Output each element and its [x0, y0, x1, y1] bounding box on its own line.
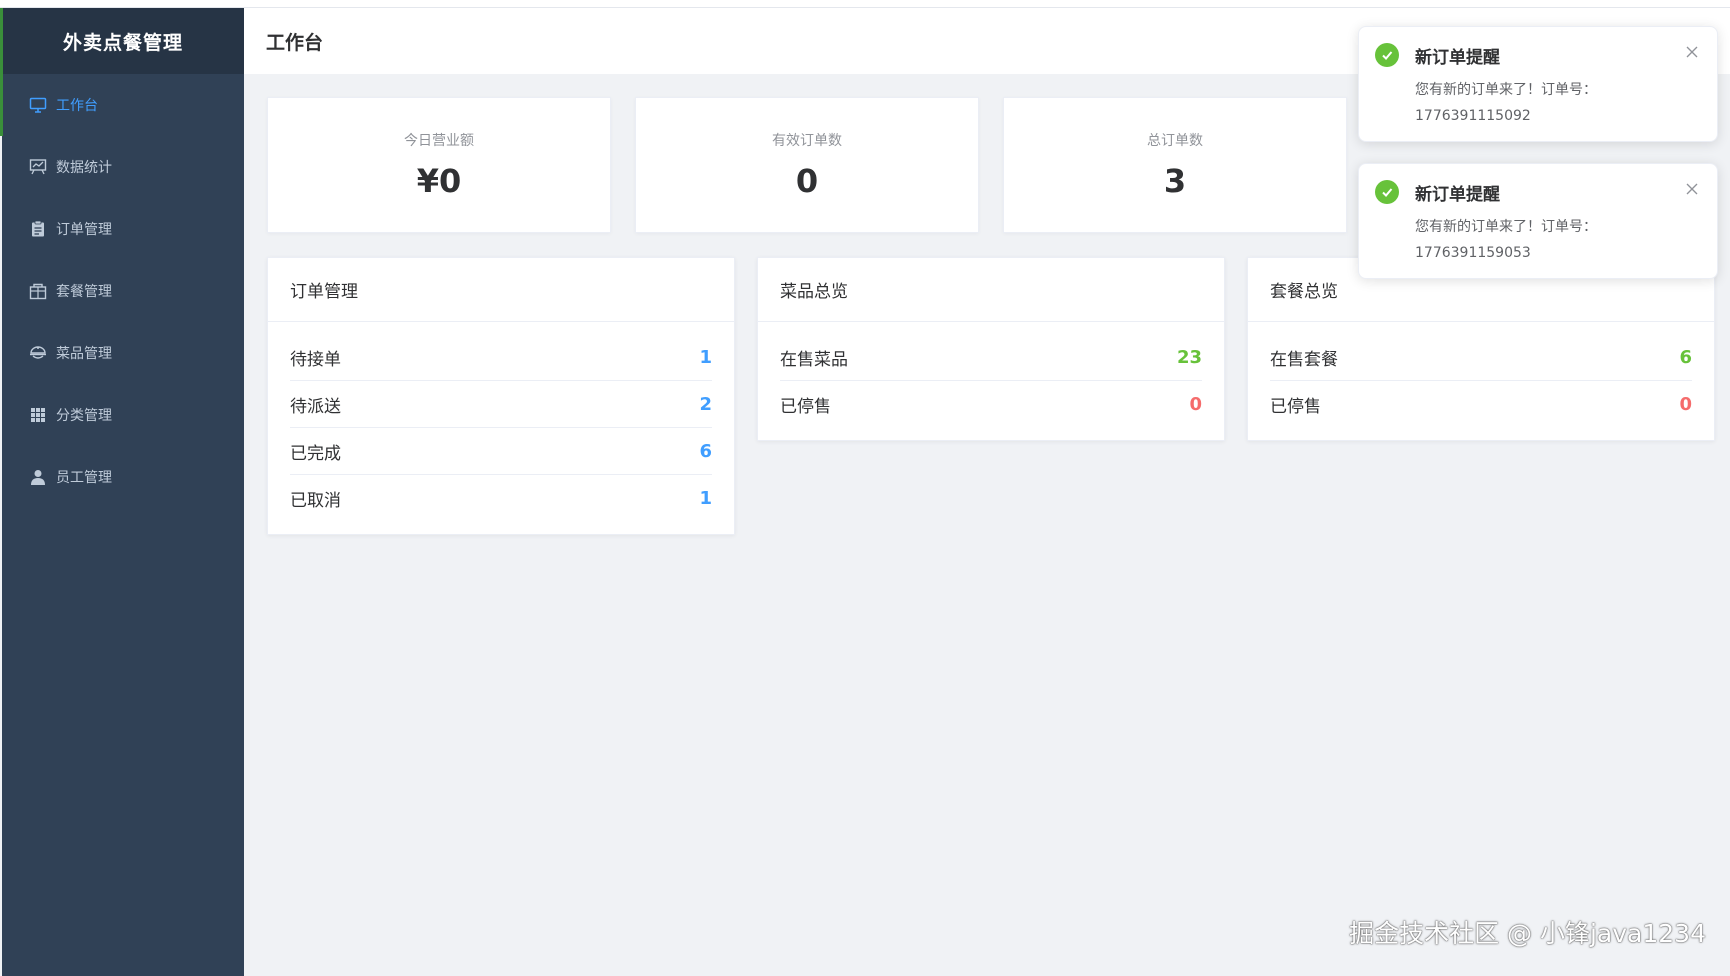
row-value: 6 — [1679, 346, 1692, 368]
orders-row-pending[interactable]: 待接单 1 — [290, 334, 712, 381]
clipboard-icon — [28, 219, 48, 239]
stat-card-valid-orders: 有效订单数 0 — [635, 97, 979, 233]
sidebar-item-workbench[interactable]: 工作台 — [2, 74, 244, 136]
notification-message: 您有新的订单来了！订单号： 1776391159053 — [1415, 214, 1665, 266]
row-label: 待派送 — [290, 396, 341, 417]
row-label: 已取消 — [290, 491, 341, 511]
stat-value: ¥0 — [416, 162, 462, 200]
orders-row-cancelled[interactable]: 已取消 1 — [290, 475, 712, 522]
row-label: 已停售 — [1270, 397, 1321, 417]
dishes-row-discontinued[interactable]: 已停售 0 — [780, 381, 1202, 428]
monitor-icon — [28, 95, 48, 115]
sidebar-item-label: 菜品管理 — [56, 346, 112, 362]
sidebar-item-category[interactable]: 分类管理 — [2, 384, 244, 446]
notification-order-number: 1776391115092 — [1415, 108, 1531, 124]
success-check-icon — [1375, 180, 1399, 204]
package-icon — [28, 281, 48, 301]
sidebar-item-orders[interactable]: 订单管理 — [2, 198, 244, 260]
sidebar-menu: 工作台 数据统计 订单管理 套餐管理 菜品管理 分类管理 员工管理 — [2, 74, 244, 508]
notification-text: 您有新的订单来了！订单号： — [1415, 82, 1597, 98]
notification-order-number: 1776391159053 — [1415, 245, 1531, 261]
close-icon[interactable] — [1683, 180, 1701, 198]
success-check-icon — [1375, 43, 1399, 67]
row-label: 在售套餐 — [1270, 349, 1338, 370]
dish-icon — [28, 343, 48, 363]
grid-icon — [28, 405, 48, 425]
stat-value: 0 — [795, 162, 819, 200]
setmeal-row-discontinued[interactable]: 已停售 0 — [1270, 381, 1692, 428]
chart-board-icon — [28, 157, 48, 177]
row-value: 6 — [699, 440, 712, 462]
sidebar-item-employees[interactable]: 员工管理 — [2, 446, 244, 508]
notification-title: 新订单提醒 — [1415, 48, 1500, 68]
row-label: 已停售 — [780, 397, 831, 417]
sidebar-item-dishes[interactable]: 菜品管理 — [2, 322, 244, 384]
close-icon[interactable] — [1683, 43, 1701, 61]
row-value: 1 — [699, 488, 712, 509]
row-value: 0 — [1679, 394, 1692, 415]
row-label: 在售菜品 — [780, 349, 848, 370]
stat-label: 总订单数 — [1147, 133, 1203, 149]
notification-message: 您有新的订单来了！订单号： 1776391115092 — [1415, 77, 1665, 129]
sidebar-item-label: 工作台 — [56, 98, 98, 114]
panel-title: 菜品总览 — [758, 258, 1224, 322]
row-value: 1 — [699, 346, 712, 368]
stat-value: 3 — [1163, 162, 1187, 200]
row-label: 待接单 — [290, 349, 341, 370]
setmeal-row-on-sale[interactable]: 在售套餐 6 — [1270, 334, 1692, 381]
panel-title: 订单管理 — [268, 258, 734, 322]
user-icon — [28, 467, 48, 487]
row-value: 0 — [1189, 394, 1202, 415]
row-value: 23 — [1176, 346, 1202, 368]
notification-new-order[interactable]: 新订单提醒 您有新的订单来了！订单号： 1776391115092 — [1358, 26, 1718, 142]
stat-label: 今日营业额 — [404, 133, 474, 149]
orders-row-to-deliver[interactable]: 待派送 2 — [290, 381, 712, 428]
stat-card-revenue: 今日营业额 ¥0 — [267, 97, 611, 233]
row-label: 已完成 — [290, 443, 341, 464]
sidebar-item-label: 数据统计 — [56, 160, 112, 176]
notification-text: 您有新的订单来了！订单号： — [1415, 219, 1597, 235]
app-logo-title: 外卖点餐管理 — [2, 8, 244, 74]
notification-new-order[interactable]: 新订单提醒 您有新的订单来了！订单号： 1776391159053 — [1358, 163, 1718, 279]
orders-row-completed[interactable]: 已完成 6 — [290, 428, 712, 475]
sidebar-edge-accent — [0, 8, 3, 136]
stat-card-total-orders: 总订单数 3 — [1003, 97, 1347, 233]
top-strip — [0, 0, 1730, 8]
sidebar-item-label: 分类管理 — [56, 408, 112, 424]
dishes-panel: 菜品总览 在售菜品 23 已停售 0 — [757, 257, 1225, 441]
sidebar-item-label: 套餐管理 — [56, 284, 112, 300]
stat-label: 有效订单数 — [772, 133, 842, 149]
sidebar-item-label: 订单管理 — [56, 222, 112, 238]
watermark: 掘金技术社区 @ 小锋java1234 — [1349, 919, 1706, 948]
sidebar: 外卖点餐管理 工作台 数据统计 订单管理 套餐管理 菜品管理 分类管理 员工管理 — [2, 8, 244, 976]
dishes-row-on-sale[interactable]: 在售菜品 23 — [780, 334, 1202, 381]
sidebar-item-statistics[interactable]: 数据统计 — [2, 136, 244, 198]
sidebar-item-setmeal[interactable]: 套餐管理 — [2, 260, 244, 322]
orders-panel: 订单管理 待接单 1 待派送 2 已完成 6 已取消 1 — [267, 257, 735, 535]
sidebar-item-label: 员工管理 — [56, 470, 112, 486]
notification-title: 新订单提醒 — [1415, 185, 1500, 205]
setmeal-panel: 套餐总览 在售套餐 6 已停售 0 — [1247, 257, 1715, 441]
row-value: 2 — [699, 393, 712, 415]
page-title: 工作台 — [266, 31, 324, 54]
